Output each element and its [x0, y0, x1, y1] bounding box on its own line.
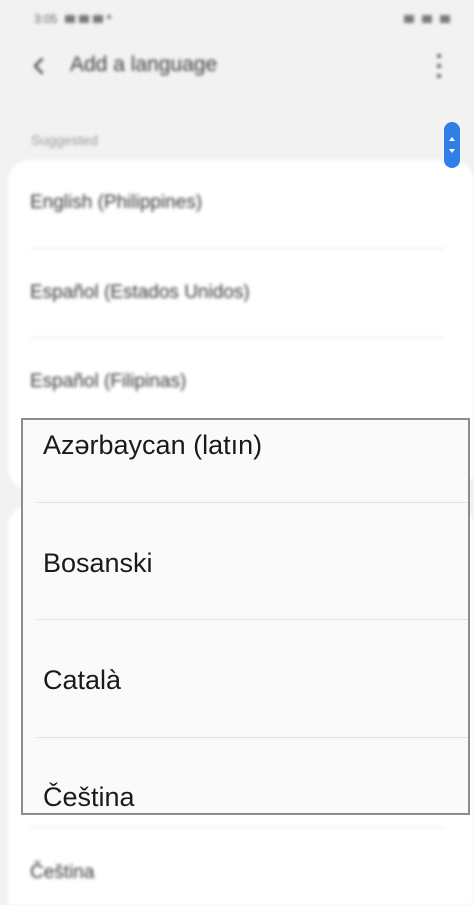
- divider: [37, 737, 468, 738]
- language-item[interactable]: Čeština: [30, 862, 94, 884]
- divider: [37, 619, 468, 620]
- language-item[interactable]: Español (Filipinas): [30, 371, 186, 393]
- language-item[interactable]: Azərbaycan (latın): [43, 430, 262, 461]
- magnifier-overlay: Azərbaycan (latın) Bosanski Català Češti…: [21, 418, 470, 815]
- divider: [30, 337, 444, 338]
- divider: [37, 502, 468, 503]
- status-time: 3:05: [34, 12, 58, 26]
- language-item[interactable]: Català: [43, 665, 121, 696]
- divider: [30, 248, 444, 249]
- message-notification-icon: [79, 15, 90, 23]
- language-item[interactable]: English (Philippines): [30, 192, 202, 214]
- more-notifications-dot-icon: [107, 15, 112, 19]
- back-arrow-icon[interactable]: [30, 57, 48, 75]
- more-options-icon[interactable]: [436, 54, 442, 78]
- wifi-icon: [404, 15, 414, 23]
- gallery-notification-icon: [65, 15, 76, 23]
- signal-icon: [422, 15, 432, 23]
- divider: [30, 827, 444, 828]
- language-item[interactable]: Bosanski: [43, 548, 153, 579]
- language-item[interactable]: Español (Estados Unidos): [30, 282, 250, 304]
- app-bar: Add a language: [0, 44, 474, 88]
- section-label-suggested: Suggested: [31, 132, 98, 148]
- system-icons: [404, 15, 450, 23]
- scroll-down-icon: [449, 149, 455, 153]
- battery-icon: [440, 15, 450, 23]
- status-bar: 3:05: [34, 10, 450, 28]
- scroll-up-icon: [449, 137, 455, 141]
- language-item[interactable]: Čeština: [43, 782, 135, 813]
- notification-icons: [65, 15, 112, 23]
- page-title: Add a language: [70, 53, 218, 76]
- fast-scroll-handle[interactable]: [444, 122, 460, 168]
- mail-notification-icon: [93, 15, 104, 23]
